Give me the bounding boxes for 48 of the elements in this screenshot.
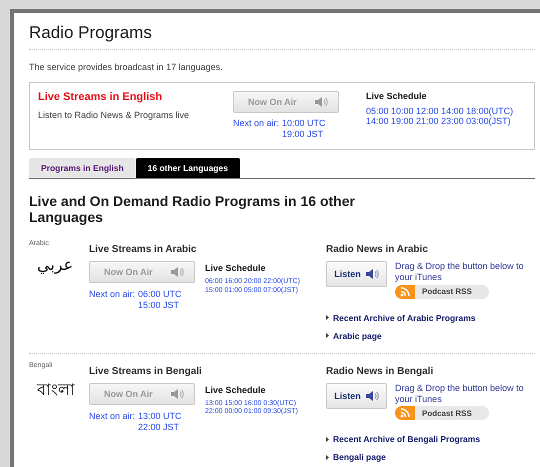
schedule-utc: 05:00 10:00 12:00 14:00 18:00(UTC) — [366, 107, 514, 117]
speaker-icon — [364, 268, 379, 280]
radio-news-heading: Radio News in Bengali — [326, 366, 434, 377]
next-on-air-utc: 13:00 UTC — [138, 410, 182, 422]
english-stream-subtitle: Listen to Radio News & Programs live — [38, 110, 190, 120]
live-stream-heading: Live Streams in Arabic — [89, 244, 198, 256]
english-stream-heading: Live Streams in English — [38, 91, 164, 103]
program-link[interactable]: Recent Archive of Bengali Programs — [333, 434, 480, 444]
description-text: The service provides broadcast in 17 languages. — [29, 62, 224, 72]
speaker-icon — [170, 266, 184, 278]
listen-button[interactable]: Listen — [326, 261, 387, 288]
schedule-heading: Live Schedule — [366, 91, 428, 101]
schedule-heading: Live Schedule — [205, 384, 267, 395]
rss-icon — [400, 286, 410, 297]
radio-news-heading: Radio News in Arabic — [326, 244, 429, 256]
next-on-air-jst: 15:00 JST — [138, 300, 180, 312]
podcast-rss-button[interactable]: Podcast RSS — [395, 284, 489, 299]
next-on-air-jst: 19:00 JST — [282, 129, 324, 140]
speaker-icon — [170, 388, 184, 400]
next-on-air-utc: 10:00 UTC — [282, 118, 326, 130]
drag-drop-hint: Drag & Drop the button below to your iTunes — [395, 261, 525, 284]
rss-icon — [400, 408, 410, 418]
podcast-rss-button[interactable]: Podcast RSS — [395, 406, 489, 420]
section-heading: Live and On Demand Radio Programs in 16 other Languages — [29, 192, 356, 226]
listen-button[interactable]: Listen — [326, 382, 387, 409]
triangle-bullet-icon — [326, 333, 329, 338]
schedule-heading: Live Schedule — [205, 263, 267, 274]
next-on-air-label: Next on air: — [89, 410, 136, 422]
next-on-air-label: Next on air: — [233, 118, 280, 130]
triangle-bullet-icon — [326, 454, 329, 460]
tab[interactable]: Programs in English — [29, 158, 136, 178]
program-link[interactable]: Arabic page — [333, 330, 382, 341]
next-on-air-utc: 06:00 UTC — [138, 289, 182, 300]
tab[interactable]: 16 other Languages — [136, 158, 240, 178]
program-link[interactable]: Recent Archive of Arabic Programs — [333, 312, 476, 323]
program-link[interactable]: Bengali page — [333, 452, 386, 462]
speaker-icon — [364, 390, 379, 402]
drag-drop-hint: Drag & Drop the button below to your iTunes — [395, 382, 525, 406]
schedule-jst: 14:00 19:00 21:00 23:00 03:00(JST) — [366, 116, 511, 127]
next-on-air-jst: 22:00 JST — [138, 422, 180, 434]
triangle-bullet-icon — [326, 315, 329, 320]
page-title: Radio Programs — [29, 23, 535, 50]
language-script: বাংলা — [37, 378, 76, 401]
next-on-air-label: Next on air: — [89, 289, 136, 300]
speaker-icon — [314, 96, 328, 108]
live-stream-heading: Live Streams in Bengali — [89, 366, 203, 377]
language-script: عربي — [37, 255, 74, 274]
triangle-bullet-icon — [326, 436, 329, 442]
